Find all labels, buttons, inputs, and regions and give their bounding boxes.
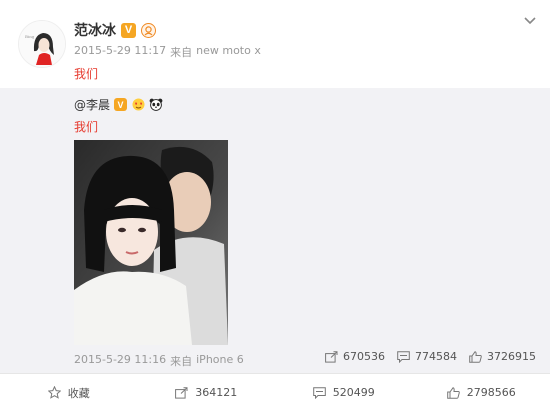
repost-source: iPhone 6	[196, 353, 244, 366]
repost-comments-stat[interactable]: 774584	[397, 350, 457, 363]
weibo-post: Bing 范冰冰 V 2015-5-29 11:17 来自 new moto x…	[0, 0, 550, 411]
comment-icon	[312, 386, 326, 399]
repost-author-row: @李晨 V	[74, 96, 163, 113]
repost-button[interactable]: 364121	[138, 386, 276, 399]
repost-source-prefix: 来自	[170, 355, 193, 368]
repost-likes-stat[interactable]: 3726915	[469, 350, 536, 363]
author-row: 范冰冰 V	[74, 20, 156, 40]
post-timestamp[interactable]: 2015-5-29 11:17	[74, 44, 166, 60]
verified-badge: V	[121, 22, 136, 38]
action-bar: 收藏 364121 520499 2798566	[0, 373, 550, 411]
post-text: 我们	[74, 67, 99, 81]
comment-count: 520499	[332, 386, 375, 399]
favorite-button[interactable]: 收藏	[0, 385, 138, 401]
favorite-label: 收藏	[67, 386, 90, 400]
selfie-photo	[74, 140, 228, 345]
source-prefix: 来自	[170, 46, 193, 59]
share-icon	[175, 386, 188, 399]
thumbs-up-icon	[469, 350, 482, 363]
comment-icon	[397, 350, 410, 363]
star-icon	[47, 386, 61, 399]
repost-likes-count: 3726915	[487, 350, 536, 363]
repost-reposts-stat[interactable]: 670536	[325, 350, 385, 363]
photo-thumbnail[interactable]	[74, 140, 228, 345]
repost-verified-badge: V	[114, 98, 128, 111]
repost-mention[interactable]: @李晨	[74, 96, 110, 113]
avatar[interactable]: Bing	[18, 20, 66, 68]
comment-button[interactable]: 520499	[275, 386, 413, 399]
author-name[interactable]: 范冰冰	[74, 20, 116, 40]
member-icon	[141, 22, 156, 38]
chevron-down-icon[interactable]	[521, 12, 539, 30]
svg-text:Bing: Bing	[25, 34, 35, 39]
repost-reposts-count: 670536	[343, 350, 385, 363]
avatar-illustration: Bing	[19, 21, 65, 67]
post-source: new moto x	[196, 44, 261, 57]
repost-stats: 670536 774584 3726915	[325, 350, 536, 363]
panda-icon	[149, 98, 163, 112]
repost-meta: 2015-5-29 11:16 来自 iPhone 6	[74, 353, 244, 369]
repost-text: 我们	[74, 120, 99, 134]
repost-comments-count: 774584	[415, 350, 457, 363]
repost-count: 364121	[195, 386, 238, 399]
repost-timestamp[interactable]: 2015-5-29 11:16	[74, 353, 166, 369]
thumbs-up-icon	[446, 386, 460, 399]
share-icon	[325, 350, 338, 363]
post-meta: 2015-5-29 11:17 来自 new moto x	[74, 44, 261, 60]
like-button[interactable]: 2798566	[413, 386, 550, 399]
heart-face-icon	[131, 98, 145, 112]
repost-box: @李晨 V 我们 2015-5-29 11:16 来自 iPhone 6 670…	[0, 88, 550, 373]
like-count: 2798566	[466, 386, 516, 399]
